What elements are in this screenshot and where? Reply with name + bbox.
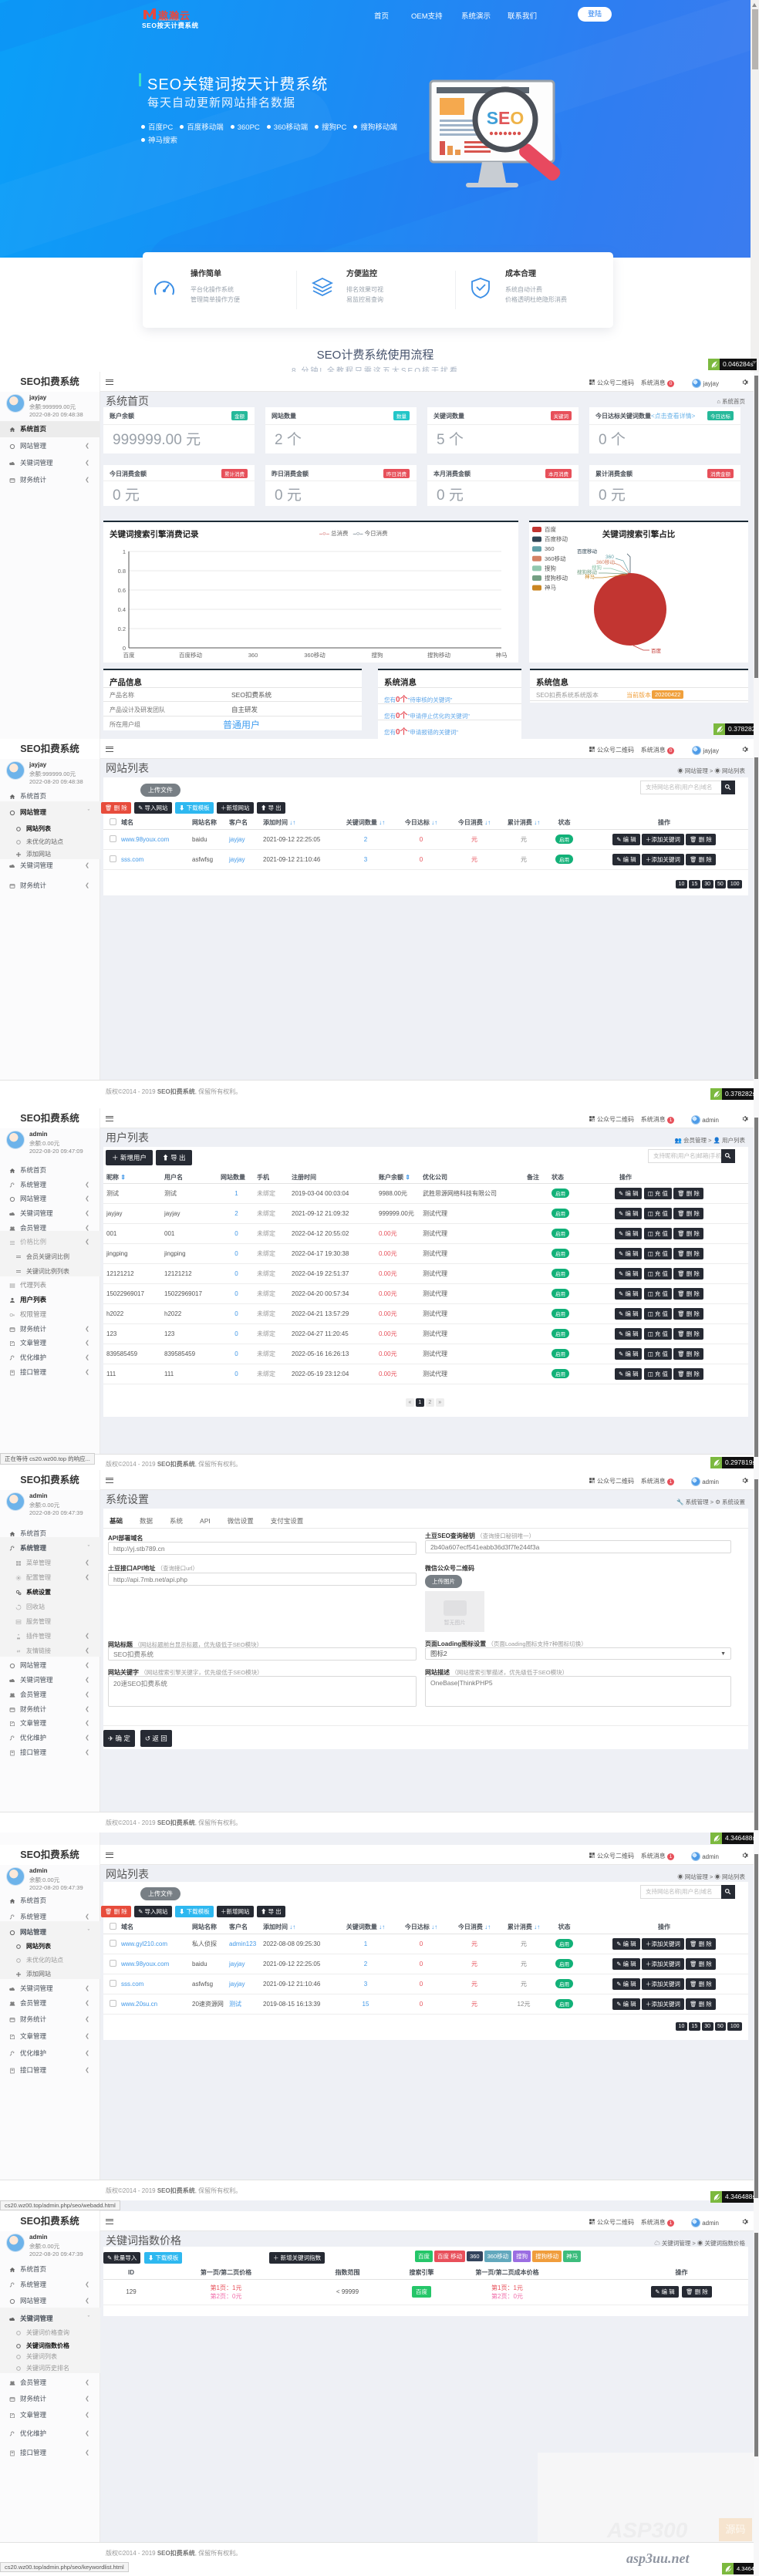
svg-text:神马: 神马 (585, 573, 595, 580)
svg-text:百度移动: 百度移动 (577, 548, 598, 555)
svg-text:360移动: 360移动 (304, 651, 326, 659)
svg-text:SEO: SEO (487, 108, 525, 128)
svg-text:搜狗移动: 搜狗移动 (545, 574, 568, 582)
svg-text:0.8: 0.8 (118, 568, 126, 575)
svg-text:搜狗: 搜狗 (545, 564, 556, 572)
svg-text:百度移动: 百度移动 (179, 651, 202, 659)
svg-text:百度: 百度 (123, 651, 135, 659)
svg-text:搜狗移动: 搜狗移动 (427, 651, 450, 659)
svg-text:360: 360 (606, 555, 614, 560)
svg-text:神马: 神马 (545, 584, 556, 592)
svg-text:搜狗: 搜狗 (372, 651, 383, 659)
svg-text:百度: 百度 (651, 647, 662, 654)
svg-text:0.6: 0.6 (118, 587, 126, 594)
svg-text:360: 360 (545, 545, 555, 552)
svg-text:0.2: 0.2 (118, 625, 126, 632)
svg-text:360移动: 360移动 (596, 558, 615, 565)
svg-text:百度移动: 百度移动 (545, 535, 568, 543)
svg-text:百度: 百度 (545, 525, 556, 533)
svg-text:神马: 神马 (496, 651, 508, 659)
svg-text:1: 1 (123, 548, 126, 555)
svg-text:0: 0 (123, 645, 126, 652)
svg-text:360: 360 (248, 652, 258, 659)
svg-text:360移动: 360移动 (545, 555, 566, 562)
svg-text:0.4: 0.4 (118, 606, 126, 613)
